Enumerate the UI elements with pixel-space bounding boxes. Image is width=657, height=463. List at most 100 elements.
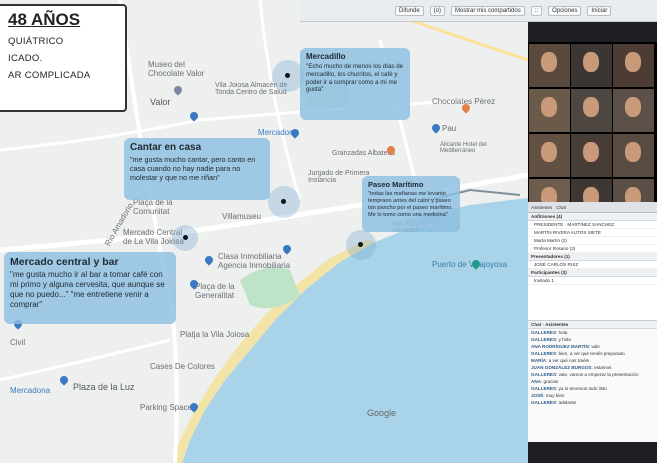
bubble-text: "me gusta mucho cantar, pero canto en ca… [130,155,256,182]
section-header[interactable]: Participantes (3) [528,269,657,277]
chat-text: gracias [543,379,559,384]
map-label: Villamuseu [222,212,261,221]
toolbar-button[interactable]: Iniciar [587,5,612,16]
toolbar-button[interactable]: Opciones [548,5,582,16]
info-line: AR COMPLICADA [8,70,91,81]
map-label: Clasa Inmobiliaria Agencia Inmobiliaria [218,252,291,270]
monitor: Museo del Chocolate Valor Vila Joiosa Al… [0,0,657,463]
bubble-cantar[interactable]: Cantar en casa "me gusta mucho cantar, p… [124,138,270,200]
bubble-title: Paseo Marítimo [368,180,424,189]
bubble-title: Mercadillo [306,52,346,61]
attendee-row[interactable]: Invitado 1 [528,277,657,285]
chat-message: GALLERES: ya lo tenemos todo listo [531,386,607,391]
chat-message: GALLERES: y hola [531,337,571,342]
chat-text: a ver qué nos traéis [548,358,589,363]
map-attribution: Google [367,408,397,418]
chat-text: vale, vamos a empezar la presentación [558,372,639,377]
marker-dot[interactable] [285,73,290,78]
bubble-paseo[interactable]: Paseo Marítimo "todas las mañanas me lev… [362,176,460,232]
attendee-row[interactable]: JOSÉ CARLOS RUIZ [528,261,657,269]
chat-author: MARÍA [531,358,547,363]
video-tile[interactable] [529,44,570,87]
participant-face [541,52,557,72]
participant-face [625,97,641,117]
map-canvas[interactable]: Museo del Chocolate Valor Vila Joiosa Al… [0,0,528,463]
map-label: Parking Space [140,403,193,412]
chat-author: GALLERES [531,351,557,356]
info-title: 48 AÑOS [8,10,81,29]
chat-message: GALLERES: adelante [531,400,577,405]
participant-face [541,97,557,117]
participant-face [583,52,599,72]
bubble-title: Cantar en casa [130,142,202,153]
chat-text: estamos [594,365,612,370]
map-label: Civil [10,338,26,347]
panel-tabs: Asistentes Chat [528,202,657,213]
toolbar-button[interactable]: :: [530,5,543,16]
bubble-text: "me gusta mucho ir al bar a tomar café c… [10,270,165,309]
map-label: Plaza de la Luz [73,382,135,392]
attendee-row[interactable]: MARTÍN RIVERA AUTOS SIETE [528,229,657,237]
video-tile[interactable] [571,44,612,87]
bubble-title: Mercado central y bar [10,256,119,268]
participant-face [583,142,599,162]
map-label: Plaça de la Generalitat [195,282,235,300]
participant-face [625,52,641,72]
chat-author: JOSÉ [531,393,544,398]
chat-author: GALLERES [531,372,557,377]
marker-dot[interactable] [281,199,286,204]
chat-author: GALLERES [531,386,557,391]
bubble-text: "Echo mucho de menos los días de mercadi… [306,63,404,94]
video-tile[interactable] [613,134,654,177]
side-panel: Asistentes Chat Anfitriones (4) PRESIDEN… [528,22,657,463]
marker-dot[interactable] [358,242,363,247]
chat-author: GALLERES [531,337,557,342]
video-tile[interactable] [571,89,612,132]
info-line: QUIÁTRICO [8,36,64,47]
video-tile[interactable] [571,134,612,177]
toolbar-button[interactable]: Mostrar mis compartidos [451,5,525,16]
map-label: Granzadas Albateca [332,150,396,157]
video-tile[interactable] [529,89,570,132]
bubble-mercado[interactable]: Mercado central y bar "me gusta mucho ir… [4,252,176,324]
bubble-mercadillo[interactable]: Mercadillo "Echo mucho de menos los días… [300,48,410,120]
chat-author: ANA RODRÍGUEZ MARTÍN [531,344,589,349]
app-toolbar: Difunde (o) Mostrar mis compartidos :: O… [300,0,657,22]
map-label: Alicante Hotel del Mediterráneo [440,142,487,154]
video-tile[interactable] [529,134,570,177]
attendee-row[interactable]: PRESIDENTE · MARTÍNEZ SANCHEZ [528,221,657,229]
chat-author: GALLERES [531,400,557,405]
participant-face [541,142,557,162]
toolbar-button[interactable]: (o) [429,5,446,16]
info-box: 48 AÑOS QUIÁTRICO ICADO. AR COMPLICADA [0,4,127,112]
video-tile[interactable] [613,89,654,132]
section-header[interactable]: Anfitriones (4) [528,213,657,221]
video-grid [528,42,657,222]
chat-text: vale [591,344,600,349]
chat-text: bien, a ver que tenéis preparado [558,351,625,356]
attendee-row[interactable]: Marta Martín (2) [528,237,657,245]
chat-text: muy bien [545,393,565,398]
marker-dot[interactable] [183,235,188,240]
section-header[interactable]: Presentadores (1) [528,253,657,261]
participant-face [583,97,599,117]
tab-attendees[interactable]: Asistentes [531,205,552,210]
chat-message: JOSÉ: muy bien [531,393,565,398]
chat-text: ya lo tenemos todo listo [558,386,607,391]
attendee-row[interactable]: Profesor Rosario (3) [528,245,657,253]
video-tile[interactable] [613,44,654,87]
chat-author: ANA [531,379,541,384]
map-label: Mercadona [10,386,51,395]
chat-log[interactable]: Chat · Asistentes GALLERES: hola GALLERE… [528,320,657,442]
chat-author: JUAN GONZÁLEZ BURGOS [531,365,592,370]
chat-message: GALLERES: hola [531,330,568,335]
chat-message: GALLERES: vale, vamos a empezar la prese… [531,372,639,377]
participant-face [625,142,641,162]
chat-message: ANA: gracias [531,379,559,384]
chat-message: JUAN GONZÁLEZ BURGOS: estamos [531,365,612,370]
bubble-text: "todas las mañanas me levanto temprano a… [368,191,453,218]
toolbar-button[interactable]: Difunde [395,5,424,16]
tab-chat[interactable]: Chat [556,205,566,210]
map-label: Valor [150,97,171,107]
chat-title: Chat · Asistentes [528,321,657,329]
